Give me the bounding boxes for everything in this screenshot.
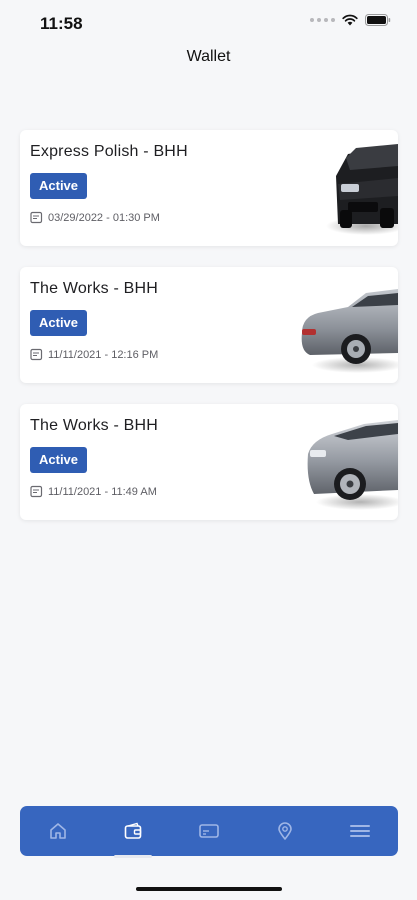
tab-card[interactable] bbox=[184, 806, 234, 856]
card-title: Express Polish - BHH bbox=[30, 143, 188, 160]
silver-car-image bbox=[301, 289, 398, 373]
wallet-card[interactable]: The Works - BHH Active 11/11/2021 - 11:4… bbox=[20, 404, 398, 520]
card-date-row: 11/11/2021 - 12:16 PM bbox=[30, 348, 158, 361]
signal-icon bbox=[310, 18, 335, 22]
black-car-image bbox=[326, 144, 398, 235]
wifi-icon bbox=[342, 14, 358, 26]
calendar-icon bbox=[30, 348, 43, 361]
card-icon bbox=[199, 824, 219, 838]
card-title: The Works - BHH bbox=[30, 417, 159, 434]
status-badge: Active bbox=[30, 447, 88, 473]
wallet-icon bbox=[125, 822, 142, 839]
status-time: 11:58 bbox=[40, 14, 83, 33]
card-date: 11/11/2021 - 12:16 PM bbox=[48, 348, 159, 361]
home-icon bbox=[49, 823, 66, 839]
bottom-tab-bar bbox=[20, 806, 398, 858]
tab-menu[interactable] bbox=[335, 806, 385, 856]
status-badge: Active bbox=[30, 173, 88, 199]
card-date-row: 03/29/2022 - 01:30 PM bbox=[30, 211, 160, 224]
card-date: 11/11/2021 - 11:49 AM bbox=[48, 485, 157, 498]
status-badge: Active bbox=[30, 310, 88, 336]
card-date: 03/29/2022 - 01:30 PM bbox=[48, 211, 160, 224]
wallet-card-list: Express Polish - BHH Active 03/29/2022 -… bbox=[20, 130, 398, 541]
card-date-row: 11/11/2021 - 11:49 AM bbox=[30, 485, 157, 498]
battery-icon bbox=[365, 14, 391, 26]
status-icons bbox=[310, 14, 391, 26]
status-bar: 11:58 bbox=[0, 0, 417, 46]
wallet-card[interactable]: Express Polish - BHH Active 03/29/2022 -… bbox=[20, 130, 398, 246]
location-icon bbox=[277, 822, 292, 840]
tab-location[interactable] bbox=[260, 806, 310, 856]
calendar-icon bbox=[30, 485, 43, 498]
silver-car-image bbox=[307, 420, 398, 510]
calendar-icon bbox=[30, 211, 43, 224]
menu-icon bbox=[350, 825, 371, 837]
home-indicator[interactable] bbox=[136, 887, 282, 891]
card-title: The Works - BHH bbox=[30, 280, 159, 297]
page-title: Wallet bbox=[186, 48, 231, 65]
tab-wallet[interactable] bbox=[108, 806, 158, 858]
tab-home[interactable] bbox=[33, 806, 83, 856]
wallet-card[interactable]: The Works - BHH Active 11/11/2021 - 12:1… bbox=[20, 267, 398, 383]
